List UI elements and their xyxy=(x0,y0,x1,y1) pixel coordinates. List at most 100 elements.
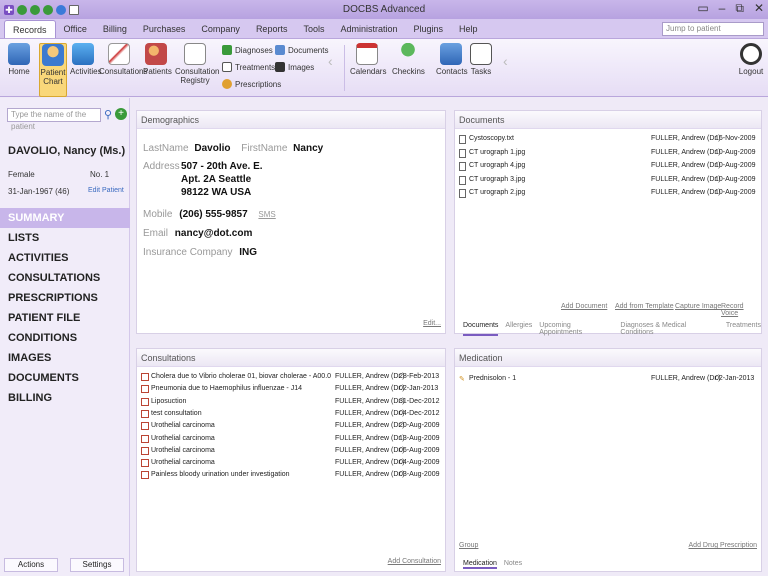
item-name: Pneumonia due to Haemophilus influenzae … xyxy=(151,385,302,393)
patient-chart-button[interactable]: Patient Chart xyxy=(39,43,67,97)
sms-link[interactable]: SMS xyxy=(258,210,275,219)
document-icon xyxy=(459,148,466,158)
menu-records[interactable]: Records xyxy=(4,20,56,38)
email-value: nancy@dot.com xyxy=(174,228,253,239)
patient-search-input[interactable]: Type the name of the patient xyxy=(7,108,101,131)
home-button[interactable]: Home xyxy=(6,43,32,76)
nav-images[interactable]: IMAGES xyxy=(0,348,130,368)
calendars-button[interactable]: Calendars xyxy=(350,43,386,76)
address-line-2: Apt. 2A Seattle xyxy=(181,174,252,185)
add-patient-icon[interactable]: + xyxy=(115,108,127,120)
tasks-button[interactable]: Tasks xyxy=(468,43,494,76)
menu-help[interactable]: Help xyxy=(451,20,486,38)
calendar-icon xyxy=(356,43,378,65)
menu-administration[interactable]: Administration xyxy=(332,20,405,38)
nav-lists[interactable]: LISTS xyxy=(0,228,130,248)
images-icon xyxy=(275,62,285,72)
ribbon-scroll-left-icon[interactable]: ‹ xyxy=(328,53,333,69)
item-date: 03-Aug-2009 xyxy=(399,471,440,479)
item-name: Painless bloody urination under investig… xyxy=(151,471,290,479)
item-doctor: FULLER, Andrew (Dr.) xyxy=(651,162,721,169)
contacts-button[interactable]: Contacts xyxy=(436,43,468,76)
settings-button[interactable]: Settings xyxy=(70,558,124,572)
item-doctor: FULLER, Andrew (Dr.) xyxy=(335,397,405,405)
tab-medication[interactable]: Medication xyxy=(463,560,497,569)
prescriptions-button[interactable]: Prescriptions xyxy=(222,79,281,89)
add-document-link[interactable]: Add Document xyxy=(561,303,607,310)
actions-button[interactable]: Actions xyxy=(4,558,58,572)
checkbox-icon xyxy=(141,422,149,431)
item-doctor: FULLER, Andrew (Dr.) xyxy=(651,189,721,196)
add-from-template-link[interactable]: Add from Template xyxy=(615,303,674,310)
tab-treatments[interactable]: Treatments xyxy=(726,322,761,336)
menu-billing[interactable]: Billing xyxy=(95,20,135,38)
nav-summary[interactable]: SUMMARY xyxy=(0,208,130,228)
group-link[interactable]: Group xyxy=(459,542,478,549)
title-bar: ✚ DOCBS Advanced ▭ – ⧉ ✕ xyxy=(0,0,768,19)
demographics-panel: Demographics LastName Davolio FirstName … xyxy=(136,110,446,334)
menu-company[interactable]: Company xyxy=(193,20,248,38)
documents-button[interactable]: Documents xyxy=(275,45,328,55)
tab-notes[interactable]: Notes xyxy=(504,560,522,569)
item-date: 28-Feb-2013 xyxy=(399,373,440,380)
treatments-button[interactable]: Treatments xyxy=(222,62,275,72)
add-consultation-link[interactable]: Add Consultation xyxy=(388,558,441,565)
tab-diagnoses[interactable]: Diagnoses & Medical Conditions xyxy=(620,322,718,336)
item-name: Urothelial carcinoma xyxy=(151,446,215,454)
capture-image-link[interactable]: Capture Image xyxy=(675,303,721,310)
nav-consultations[interactable]: CONSULTATIONS xyxy=(0,268,130,288)
logout-button[interactable]: Logout xyxy=(736,43,766,76)
patients-button[interactable]: Patients xyxy=(143,43,172,76)
lastname-label: LastName xyxy=(143,143,189,154)
nav-conditions[interactable]: CONDITIONS xyxy=(0,328,130,348)
email-label: Email xyxy=(143,228,169,239)
edit-patient-link[interactable]: Edit Patient xyxy=(88,187,124,194)
nav-documents[interactable]: DOCUMENTS xyxy=(0,368,130,388)
tab-documents[interactable]: Documents xyxy=(463,322,499,336)
menu-office[interactable]: Office xyxy=(56,20,95,38)
search-icon[interactable]: ⚲ xyxy=(104,108,112,121)
item-doctor: FULLER, Andrew (Dr.) xyxy=(335,385,405,393)
treatments-icon xyxy=(222,62,232,72)
item-date: 04-Dec-2012 xyxy=(399,409,440,417)
checkins-button[interactable]: Checkins xyxy=(392,43,425,76)
add-drug-prescription-link[interactable]: Add Drug Prescription xyxy=(689,542,757,549)
item-doctor: FULLER, Andrew (Dr.) xyxy=(335,446,405,454)
activities-button[interactable]: Activities xyxy=(70,43,102,76)
menu-purchases[interactable]: Purchases xyxy=(135,20,194,38)
maximize-icon[interactable]: ⧉ xyxy=(735,1,744,16)
document-icon xyxy=(459,162,466,171)
item-name: Liposuction xyxy=(151,397,187,405)
jump-to-patient-input[interactable]: Jump to patient xyxy=(662,22,764,36)
contacts-icon xyxy=(440,43,462,65)
item-date: 02-Jan-2013 xyxy=(715,375,755,382)
item-doctor: FULLER, Andrew (Dr.) xyxy=(651,135,721,142)
consultation-registry-button[interactable]: Consultation Registry xyxy=(175,43,219,85)
menu-tools[interactable]: Tools xyxy=(295,20,332,38)
patient-number: No. 1 xyxy=(90,170,110,179)
checkbox-icon xyxy=(141,471,149,480)
edit-demographics-link[interactable]: Edit... xyxy=(423,320,441,327)
address-label: Address xyxy=(143,161,180,172)
tab-upcoming-appointments[interactable]: Upcoming Appointments xyxy=(539,322,613,336)
menu-reports[interactable]: Reports xyxy=(248,20,296,38)
checkbox-icon xyxy=(141,409,149,418)
item-date: 20-Aug-2009 xyxy=(399,422,440,430)
menu-plugins[interactable]: Plugins xyxy=(406,20,452,38)
nav-activities[interactable]: ACTIVITIES xyxy=(0,248,130,268)
images-button[interactable]: Images xyxy=(275,62,314,72)
consultations-button[interactable]: Consultations xyxy=(99,43,147,76)
diagnoses-button[interactable]: Diagnoses xyxy=(222,45,273,55)
item-date: 31-Dec-2012 xyxy=(399,397,440,405)
consultations-icon xyxy=(108,43,130,65)
user-icon[interactable]: ▭ xyxy=(697,1,708,16)
checkbox-icon xyxy=(141,397,149,406)
tab-allergies[interactable]: Allergies xyxy=(505,322,532,336)
nav-billing[interactable]: BILLING xyxy=(0,388,130,408)
nav-patient-file[interactable]: PATIENT FILE xyxy=(0,308,130,328)
close-icon[interactable]: ✕ xyxy=(754,1,764,16)
record-voice-link[interactable]: Record Voice xyxy=(721,303,761,317)
ribbon-scroll-right-icon[interactable]: ‹ xyxy=(503,53,508,69)
minimize-icon[interactable]: – xyxy=(719,1,726,16)
nav-prescriptions[interactable]: PRESCRIPTIONS xyxy=(0,288,130,308)
